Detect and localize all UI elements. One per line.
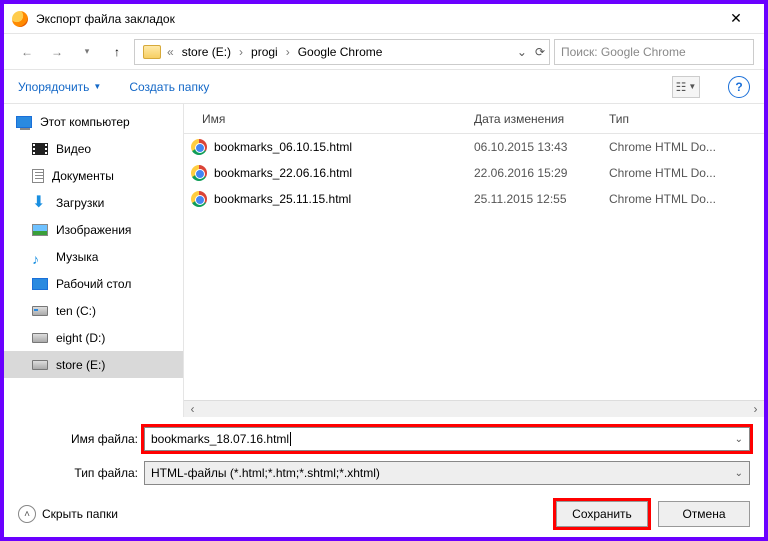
breadcrumb-dropdown[interactable]: ⌄ bbox=[517, 45, 527, 59]
sidebar-item-documents[interactable]: Документы bbox=[4, 162, 183, 189]
pictures-icon bbox=[32, 224, 48, 236]
chevron-right-icon: › bbox=[239, 45, 243, 59]
sidebar-item-desktop[interactable]: Рабочий стол bbox=[4, 270, 183, 297]
nav-up-button[interactable]: ↑ bbox=[104, 39, 130, 65]
sidebar-item-drive-d[interactable]: eight (D:) bbox=[4, 324, 183, 351]
nav-back-button[interactable]: ← bbox=[14, 39, 40, 65]
hide-folders-button[interactable]: ˄ Скрыть папки bbox=[18, 505, 118, 523]
cancel-button[interactable]: Отмена bbox=[658, 501, 750, 527]
nav-bar: ← → ▾ ↑ « store (E:) › progi › Google Ch… bbox=[4, 34, 764, 70]
breadcrumb-bar[interactable]: « store (E:) › progi › Google Chrome ⌄ ⟳ bbox=[134, 39, 550, 65]
breadcrumb-segment[interactable]: store (E:) bbox=[176, 45, 237, 59]
filetype-label: Тип файла: bbox=[18, 466, 138, 480]
horizontal-scrollbar[interactable]: ‹ › bbox=[184, 400, 764, 417]
scroll-right-icon[interactable]: › bbox=[747, 402, 764, 416]
breadcrumb-refresh[interactable]: ⟳ bbox=[535, 45, 545, 59]
chevron-down-icon[interactable]: ⌄ bbox=[735, 434, 743, 445]
chrome-icon bbox=[191, 191, 207, 207]
sidebar-item-drive-e[interactable]: store (E:) bbox=[4, 351, 183, 378]
folder-icon bbox=[143, 45, 161, 59]
chevron-down-icon[interactable]: ⌄ bbox=[735, 468, 743, 479]
chevron-up-icon: ˄ bbox=[18, 505, 36, 523]
column-name[interactable]: Имя bbox=[184, 112, 474, 126]
column-date[interactable]: Дата изменения bbox=[474, 112, 609, 126]
sidebar-item-pictures[interactable]: Изображения bbox=[4, 216, 183, 243]
save-form: Имя файла: bookmarks_18.07.16.html ⌄ Тип… bbox=[4, 417, 764, 491]
filetype-select[interactable]: HTML-файлы (*.html;*.htm;*.shtml;*.xhtml… bbox=[144, 461, 750, 485]
chrome-icon bbox=[191, 139, 207, 155]
file-row[interactable]: bookmarks_22.06.16.html 22.06.2016 15:29… bbox=[184, 160, 764, 186]
desktop-icon bbox=[32, 278, 48, 290]
chrome-icon bbox=[191, 165, 207, 181]
music-icon: ♪ bbox=[32, 251, 48, 263]
search-placeholder: Поиск: Google Chrome bbox=[561, 45, 686, 59]
filename-label: Имя файла: bbox=[18, 432, 138, 446]
drive-icon bbox=[32, 360, 48, 370]
drive-icon bbox=[32, 333, 48, 343]
toolbar: Упорядочить ▼ Создать папку ☷ ▼ ? bbox=[4, 70, 764, 104]
computer-icon bbox=[16, 116, 32, 128]
column-headers: Имя Дата изменения Тип bbox=[184, 104, 764, 134]
firefox-icon bbox=[12, 11, 28, 27]
titlebar: Экспорт файла закладок ✕ bbox=[4, 4, 764, 34]
nav-recent-dropdown[interactable]: ▾ bbox=[74, 39, 100, 65]
video-icon bbox=[32, 143, 48, 155]
file-row[interactable]: bookmarks_06.10.15.html 06.10.2015 13:43… bbox=[184, 134, 764, 160]
download-icon: ⬇ bbox=[32, 197, 48, 209]
document-icon bbox=[32, 169, 44, 183]
nav-forward-button: → bbox=[44, 39, 70, 65]
view-options-button[interactable]: ☷ ▼ bbox=[672, 76, 700, 98]
sidebar-item-this-pc[interactable]: Этот компьютер bbox=[4, 108, 183, 135]
sidebar-item-drive-c[interactable]: ten (C:) bbox=[4, 297, 183, 324]
sidebar-item-music[interactable]: ♪ Музыка bbox=[4, 243, 183, 270]
breadcrumb-segment[interactable]: progi bbox=[245, 45, 284, 59]
chevron-right-icon: › bbox=[286, 45, 290, 59]
sidebar: Этот компьютер Видео Документы ⬇ Загрузк… bbox=[4, 104, 184, 417]
sidebar-item-videos[interactable]: Видео bbox=[4, 135, 183, 162]
new-folder-button[interactable]: Создать папку bbox=[129, 80, 209, 94]
chevron-down-icon: ▼ bbox=[93, 82, 101, 91]
footer: ˄ Скрыть папки Сохранить Отмена bbox=[4, 491, 764, 537]
window-title: Экспорт файла закладок bbox=[36, 12, 716, 26]
organize-button[interactable]: Упорядочить ▼ bbox=[18, 80, 101, 94]
help-button[interactable]: ? bbox=[728, 76, 750, 98]
save-button[interactable]: Сохранить bbox=[556, 501, 648, 527]
close-button[interactable]: ✕ bbox=[716, 10, 756, 27]
breadcrumb-segment[interactable]: Google Chrome bbox=[292, 45, 389, 59]
dialog-window: Экспорт файла закладок ✕ ← → ▾ ↑ « store… bbox=[0, 0, 768, 541]
filename-input[interactable]: bookmarks_18.07.16.html ⌄ bbox=[144, 427, 750, 451]
scroll-left-icon[interactable]: ‹ bbox=[184, 402, 201, 416]
text-cursor bbox=[290, 432, 291, 446]
file-row[interactable]: bookmarks_25.11.15.html 25.11.2015 12:55… bbox=[184, 186, 764, 212]
column-type[interactable]: Тип bbox=[609, 112, 764, 126]
chevron-left-icon: « bbox=[167, 45, 174, 59]
search-input[interactable]: Поиск: Google Chrome bbox=[554, 39, 754, 65]
sidebar-item-downloads[interactable]: ⬇ Загрузки bbox=[4, 189, 183, 216]
file-list: Имя Дата изменения Тип bookmarks_06.10.1… bbox=[184, 104, 764, 417]
drive-icon bbox=[32, 306, 48, 316]
